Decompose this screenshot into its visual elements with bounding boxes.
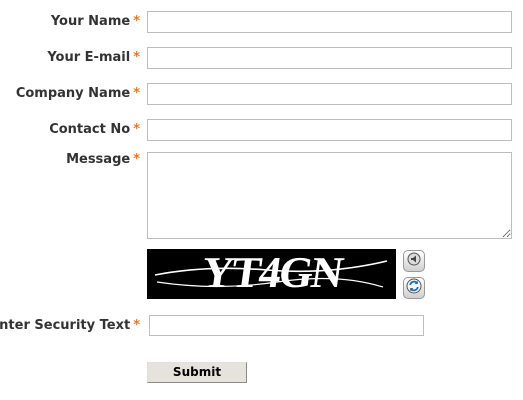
company-name-label-text: Company Name xyxy=(15,86,131,101)
company-name-label: Company Name * xyxy=(16,86,140,102)
required-marker: * xyxy=(133,14,140,29)
speaker-icon xyxy=(406,251,422,271)
captcha-image: YT4GN xyxy=(147,249,396,299)
your-email-label-text: Your E-mail xyxy=(47,50,131,65)
your-email-input[interactable] xyxy=(147,47,512,69)
your-name-label-text: Your Name xyxy=(50,14,131,29)
required-marker: * xyxy=(133,318,140,333)
refresh-icon xyxy=(406,278,422,298)
captcha-refresh-button[interactable] xyxy=(403,277,425,299)
security-text-label-text: Enter Security Text xyxy=(0,318,131,333)
message-label-text: Message xyxy=(66,152,131,167)
captcha-audio-button[interactable] xyxy=(403,250,425,272)
your-email-label: Your E-mail * xyxy=(47,50,140,66)
your-name-input[interactable] xyxy=(147,11,512,33)
security-text-input[interactable] xyxy=(149,315,424,336)
required-marker: * xyxy=(133,86,140,101)
security-text-label: Enter Security Text * xyxy=(0,318,140,334)
submit-button[interactable]: Submit xyxy=(147,362,247,383)
captcha-text: YT4GN xyxy=(199,249,347,297)
contact-no-label: Contact No * xyxy=(49,122,140,138)
required-marker: * xyxy=(133,50,140,65)
message-textarea[interactable] xyxy=(147,152,512,239)
required-marker: * xyxy=(133,152,140,167)
message-label: Message * xyxy=(66,152,140,168)
your-name-label: Your Name * xyxy=(51,14,140,30)
contact-no-label-text: Contact No xyxy=(49,122,131,137)
required-marker: * xyxy=(133,122,140,137)
company-name-input[interactable] xyxy=(147,83,512,105)
contact-no-input[interactable] xyxy=(147,119,512,141)
